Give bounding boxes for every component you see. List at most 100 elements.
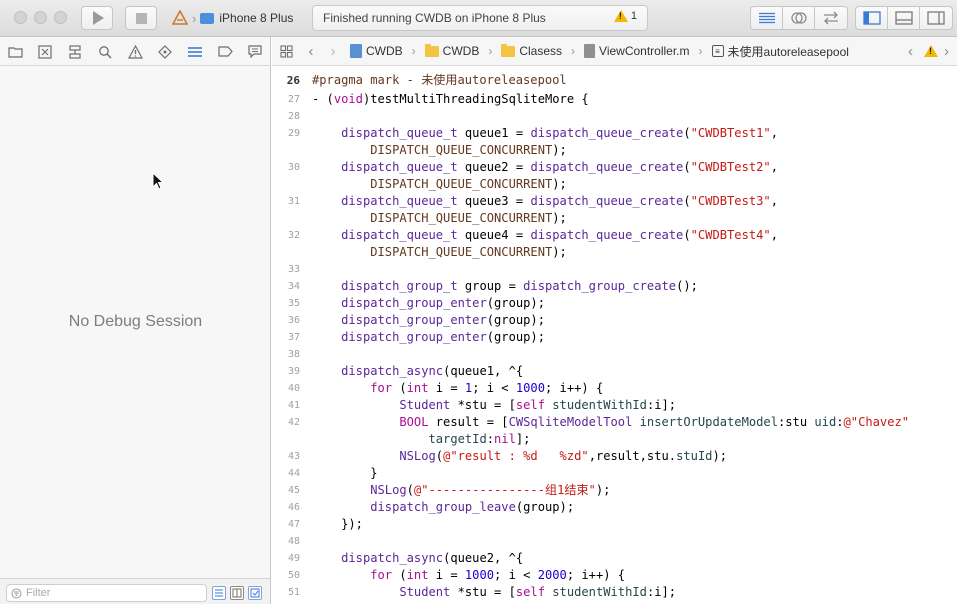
symbol-navigator-tab[interactable] [67, 44, 83, 59]
code-line[interactable]: 35 dispatch_group_enter(group); [272, 295, 957, 312]
chevron-left-icon: ‹ [308, 42, 314, 60]
code-text: #pragma mark - 未使用autoreleasepool [312, 73, 567, 87]
line-number: 43 [287, 451, 300, 462]
code-line[interactable]: DISPATCH_QUEUE_CONCURRENT); [272, 244, 957, 261]
breadcrumb-item-project[interactable]: CWDB [350, 44, 403, 58]
utilities-toggle-button[interactable] [920, 7, 952, 29]
code-line[interactable]: 38 [272, 346, 957, 363]
breadcrumb-item-folder[interactable]: Clasess [501, 43, 562, 58]
breadcrumb-label: CWDB [442, 44, 480, 58]
filter-option-button-1[interactable] [212, 586, 226, 600]
find-navigator-tab[interactable] [97, 44, 113, 59]
editor-version-button[interactable] [815, 7, 847, 29]
breadcrumb-item-symbol[interactable]: ≡ 未使用autoreleasepool [711, 43, 849, 60]
line-number: 32 [287, 230, 300, 241]
close-window-button[interactable] [14, 11, 27, 24]
navigator-selector-bar [0, 37, 271, 66]
scheme-selector[interactable]: › iPhone 8 Plus [166, 6, 306, 30]
code-line[interactable]: 49 dispatch_async(queue2, ^{ [272, 550, 957, 567]
code-line[interactable]: targetId:nil]; [272, 431, 957, 448]
panel-toggle-control [855, 6, 953, 30]
code-line[interactable]: 37 dispatch_group_enter(group); [272, 329, 957, 346]
test-icon [158, 44, 172, 59]
code-line[interactable]: 45 NSLog(@"----------------组1结束"); [272, 482, 957, 499]
breadcrumb-item-file[interactable]: ViewController.m [584, 44, 690, 58]
code-line[interactable]: 33 [272, 261, 957, 278]
run-button[interactable] [81, 6, 113, 30]
code-line[interactable]: DISPATCH_QUEUE_CONCURRENT); [272, 210, 957, 227]
report-navigator-tab[interactable] [247, 44, 263, 59]
code-line[interactable]: 51 Student *stu = [self studentWithId:i]… [272, 584, 957, 601]
editor-standard-button[interactable] [751, 7, 783, 29]
warning-count-badge[interactable]: 1 [613, 10, 637, 22]
breakpoint-navigator-tab[interactable] [217, 44, 233, 59]
code-line[interactable]: 36 dispatch_group_enter(group); [272, 312, 957, 329]
issue-indicator-button[interactable] [924, 45, 938, 57]
chevron-right-icon: › [571, 44, 576, 58]
editor-assistant-button[interactable] [783, 7, 815, 29]
app-target-icon [171, 9, 189, 26]
jump-bar: ‹ › CWDB › CWDB › Clasess › ViewControll… [272, 37, 957, 66]
folder-icon [424, 43, 439, 57]
line-number: 29 [287, 128, 300, 139]
code-text: dispatch_async(queue1, ^{ [341, 364, 524, 378]
code-line[interactable]: 29 dispatch_queue_t queue1 = dispatch_qu… [272, 125, 957, 142]
code-text: DISPATCH_QUEUE_CONCURRENT); [370, 245, 567, 259]
stop-button[interactable] [125, 6, 157, 30]
debug-toggle-button[interactable] [888, 7, 920, 29]
code-line[interactable]: 42 BOOL result = [CWSqliteModelTool inse… [272, 414, 957, 431]
minimize-window-button[interactable] [34, 11, 47, 24]
code-line[interactable]: 41 Student *stu = [self studentWithId:i]… [272, 397, 957, 414]
code-line[interactable]: 47 }); [272, 516, 957, 533]
code-line[interactable]: 44 } [272, 465, 957, 482]
line-number: 41 [287, 400, 300, 411]
editor-standard-icon [758, 12, 775, 24]
code-line[interactable]: 48 [272, 533, 957, 550]
code-line[interactable]: 50 for (int i = 1000; i < 2000; i++) { [272, 567, 957, 584]
line-number: 39 [287, 366, 300, 377]
filter-option-button-2[interactable] [230, 586, 244, 600]
next-issue-button[interactable]: › [944, 43, 949, 60]
line-number: 36 [287, 315, 300, 326]
project-navigator-tab[interactable] [7, 44, 23, 59]
related-items-button[interactable] [272, 44, 300, 58]
back-button[interactable]: ‹ [300, 43, 322, 60]
zoom-window-button[interactable] [54, 11, 67, 24]
code-line[interactable]: 30 dispatch_queue_t queue2 = dispatch_qu… [272, 159, 957, 176]
filter-option-button-3[interactable] [248, 586, 262, 600]
activity-viewer[interactable]: Finished running CWDB on iPhone 8 Plus 1 [312, 5, 648, 31]
code-line[interactable]: 28 [272, 108, 957, 125]
code-line[interactable]: 31 dispatch_queue_t queue3 = dispatch_qu… [272, 193, 957, 210]
folder-icon [501, 43, 516, 57]
stop-icon [135, 12, 147, 24]
code-line[interactable]: 26 #pragma mark - 未使用autoreleasepool [272, 72, 957, 89]
debug-navigator-tab[interactable] [187, 44, 203, 59]
code-text: for (int i = 1000; i < 2000; i++) { [370, 568, 626, 582]
code-line[interactable]: 39 dispatch_async(queue1, ^{ [272, 363, 957, 380]
previous-issue-button[interactable]: ‹ [908, 43, 913, 60]
forward-button[interactable]: › [322, 43, 344, 60]
source-control-navigator-tab[interactable] [37, 44, 53, 59]
navigator-toggle-button[interactable] [856, 7, 888, 29]
filter-input[interactable]: Filter [6, 584, 207, 602]
source-editor[interactable]: 26 #pragma mark - 未使用autoreleasepool 27 - (… [272, 66, 957, 604]
breadcrumb-item-group[interactable]: CWDB [424, 43, 480, 58]
issue-navigator-tab[interactable] [127, 44, 143, 59]
code-line[interactable]: DISPATCH_QUEUE_CONCURRENT); [272, 176, 957, 193]
code-line[interactable]: 40 for (int i = 1; i < 1000; i++) { [272, 380, 957, 397]
debug-navigator-pane: No Debug Session [0, 66, 271, 578]
code-line[interactable]: 46 dispatch_group_leave(group); [272, 499, 957, 516]
line-number: 33 [287, 264, 300, 275]
code-line[interactable]: 32 dispatch_queue_t queue4 = dispatch_qu… [272, 227, 957, 244]
code-text: dispatch_queue_t queue2 = dispatch_queue… [341, 160, 778, 174]
line-number: 34 [287, 281, 300, 292]
code-text: dispatch_group_enter(group); [341, 330, 545, 344]
test-navigator-tab[interactable] [157, 44, 173, 59]
mouse-pointer-icon [152, 171, 165, 190]
code-line[interactable]: 34 dispatch_group_t group = dispatch_gro… [272, 278, 957, 295]
code-line[interactable]: DISPATCH_QUEUE_CONCURRENT); [272, 142, 957, 159]
warning-count: 1 [630, 10, 637, 22]
code-line[interactable]: 43 NSLog(@"result : %d %zd",result,stu.s… [272, 448, 957, 465]
chevron-right-icon: › [192, 10, 197, 26]
code-line[interactable]: 27 - (void)testMultiThreadingSqliteMore { [272, 91, 957, 108]
